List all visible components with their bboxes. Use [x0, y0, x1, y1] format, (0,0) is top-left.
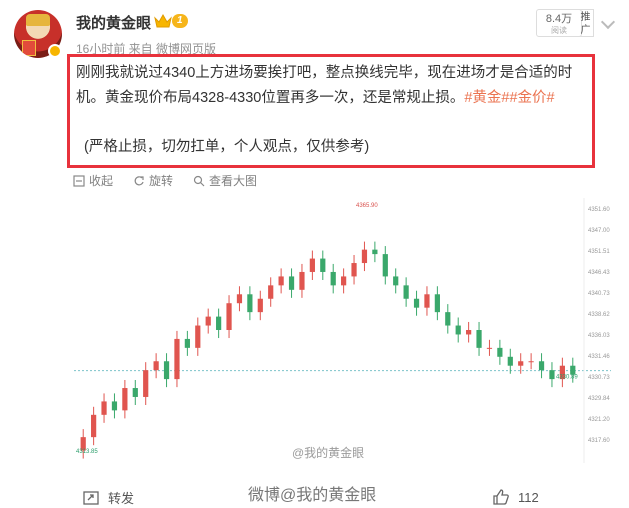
price-tick-label: 4351.51 [588, 249, 610, 255]
candle-body [497, 347, 503, 357]
collapse-icon [73, 174, 85, 187]
collect-label: 收起 [89, 174, 114, 188]
image-watermark: @我的黄金眼 [292, 446, 365, 460]
candle-body [278, 276, 284, 286]
candle-body [403, 285, 409, 299]
candle-body [455, 325, 461, 335]
rotate-label: 旋转 [149, 174, 174, 188]
low-price-marker: 4313.85 [76, 449, 98, 455]
price-tick-label: 4331.46 [588, 354, 610, 360]
image-toolbar: 收起 旋转 查看大图 [73, 172, 257, 189]
views-count: 8.4万 [545, 13, 573, 25]
high-price-marker: 4365.90 [356, 203, 378, 209]
candle-body [382, 254, 388, 277]
candle-body [299, 271, 305, 290]
candle-body [476, 330, 482, 348]
chart-image[interactable]: 4351.60 4347.00 4351.51 4346.43 4340.73 4338.… [74, 193, 611, 469]
candlestick-chart: 4351.60 4347.00 4351.51 4346.43 4340.73 4338.… [74, 198, 611, 463]
candle-body [257, 298, 263, 313]
candle-body [518, 361, 524, 366]
price-tick-label: 4347.00 [588, 228, 610, 234]
view-large-button[interactable]: 查看大图 [193, 172, 257, 189]
views-label: 阅读 [551, 26, 567, 35]
level-badge: 1 [172, 14, 188, 28]
promote-button[interactable]: 推广 [578, 9, 594, 37]
candle-body [195, 325, 201, 348]
candle-body [226, 303, 232, 330]
candle-body [549, 370, 555, 380]
candle-body [163, 361, 170, 380]
candle-body [184, 338, 190, 348]
last-price-marker: 4330.89 [556, 375, 578, 381]
price-tick-label: 4336.03 [588, 333, 610, 339]
verified-badge-icon [48, 44, 62, 58]
candle-body [528, 361, 534, 363]
price-tick-label: 4346.43 [588, 270, 610, 276]
repost-icon [83, 490, 99, 505]
candle-body [268, 285, 274, 299]
zoom-icon [193, 175, 205, 186]
candle-body [122, 388, 128, 411]
candle-body [445, 312, 451, 326]
more-menu-icon[interactable] [600, 14, 616, 30]
username[interactable]: 我的黄金眼 [76, 12, 151, 33]
price-tick-label: 4329.84 [588, 396, 610, 402]
candle-body [361, 249, 368, 264]
candle-body [424, 294, 430, 308]
candle-body [143, 370, 149, 397]
repost-label: 转发 [108, 491, 135, 506]
view-large-label: 查看大图 [209, 174, 258, 188]
candle-body [330, 271, 336, 286]
candle-body [320, 258, 326, 272]
candle-body [288, 276, 295, 290]
thumbs-up-icon [493, 489, 509, 505]
avatar-tag [22, 40, 36, 56]
candle-body [434, 294, 440, 313]
repost-button[interactable]: 转发 [82, 488, 134, 507]
candle-body [205, 316, 211, 326]
post-note: (严格止损，切勿扛单，个人观点，仅供参考) [84, 139, 370, 155]
candle-body [570, 365, 576, 375]
rotate-icon [134, 175, 144, 185]
avatar-hat [26, 14, 50, 26]
footer-watermark: 微博@我的黄金眼 [248, 487, 377, 504]
candle-body [372, 249, 378, 255]
collect-button[interactable]: 收起 [73, 172, 113, 189]
like-count: 112 [518, 489, 539, 505]
candle-body [132, 388, 138, 397]
views-box: 8.4万 阅读 [536, 9, 582, 37]
candle-body [351, 263, 357, 277]
candle-body [91, 414, 97, 438]
crown-icon [154, 13, 172, 28]
candle-body [413, 298, 420, 308]
candle-body [101, 401, 107, 415]
post-text: 刚刚我就说过4340上方进场要挨打吧，整点换线完毕，现在进场才是合适的时机。黄金… [76, 61, 586, 111]
candle-body [216, 316, 222, 330]
candle-body [507, 356, 513, 366]
candle-body [111, 401, 118, 411]
candle-body [538, 361, 545, 371]
candle-body [486, 347, 493, 349]
price-tick-label: 4338.62 [588, 312, 610, 318]
candle-body [247, 294, 253, 313]
price-tick-label: 4351.60 [588, 207, 610, 213]
candle-body [393, 276, 399, 286]
price-tick-label: 4321.20 [588, 417, 610, 423]
like-button[interactable]: 112 [492, 488, 539, 506]
candle-body [153, 361, 159, 371]
price-tick-label: 4340.73 [588, 291, 610, 297]
candle-body [236, 294, 243, 304]
price-tick-label: 4317.60 [588, 438, 610, 444]
candle-body [174, 338, 180, 380]
hashtag-link[interactable]: #黄金##金价# [464, 90, 554, 106]
candle-body [466, 330, 472, 335]
candle-body [309, 258, 315, 272]
price-tick-label: 4330.73 [588, 375, 610, 381]
rotate-button[interactable]: 旋转 [133, 172, 173, 189]
candle-body [341, 276, 347, 286]
